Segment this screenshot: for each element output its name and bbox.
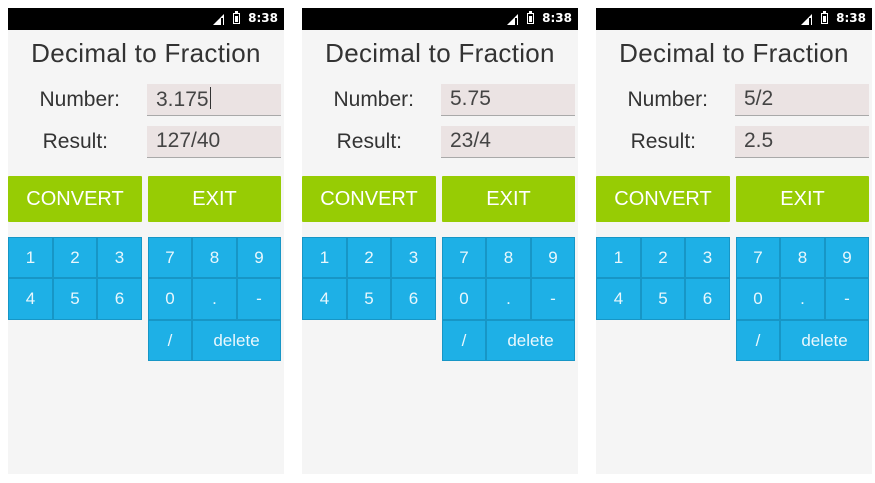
battery-icon (821, 11, 828, 24)
app-title: Decimal to Fraction (325, 38, 555, 68)
exit-button[interactable]: EXIT (442, 176, 575, 222)
exit-button[interactable]: EXIT (148, 176, 281, 222)
battery-icon (233, 11, 240, 24)
key-8[interactable]: 8 (192, 237, 237, 278)
result-field[interactable]: 23/4 (441, 126, 575, 158)
status-time: 8:38 (542, 11, 572, 25)
status-time: 8:38 (836, 11, 866, 25)
key-5[interactable]: 5 (53, 278, 97, 320)
result-field-value: 127/40 (156, 129, 221, 152)
text-cursor (209, 87, 211, 109)
key-3[interactable]: 3 (685, 237, 730, 278)
key-4[interactable]: 4 (596, 278, 641, 320)
number-input-value: 5/2 (744, 87, 774, 110)
result-field[interactable]: 2.5 (735, 126, 869, 158)
number-input-value: 5.75 (450, 87, 491, 110)
status-bar: 8:38 (596, 8, 872, 30)
key-delete[interactable]: delete (192, 320, 281, 361)
key-minus[interactable]: - (237, 278, 281, 320)
status-bar: 8:38 (8, 8, 284, 30)
key-6[interactable]: 6 (97, 278, 142, 320)
key-1[interactable]: 1 (8, 237, 53, 278)
app-title: Decimal to Fraction (31, 38, 261, 68)
number-input[interactable]: 5/2 (735, 84, 869, 116)
key-0[interactable]: 0 (736, 278, 780, 320)
app-title: Decimal to Fraction (619, 38, 849, 68)
battery-icon (527, 11, 534, 24)
phone-screen-2: 8:38 Decimal to Fraction Number: 5.75 Re… (302, 8, 578, 474)
key-7[interactable]: 7 (442, 237, 486, 278)
key-5[interactable]: 5 (641, 278, 685, 320)
key-1[interactable]: 1 (302, 237, 347, 278)
convert-button[interactable]: CONVERT (596, 176, 730, 222)
key-slash[interactable]: / (442, 320, 486, 361)
signal-icon (213, 14, 224, 25)
key-0[interactable]: 0 (442, 278, 486, 320)
key-slash[interactable]: / (736, 320, 780, 361)
key-6[interactable]: 6 (391, 278, 436, 320)
key-dot[interactable]: . (192, 278, 237, 320)
key-2[interactable]: 2 (641, 237, 685, 278)
signal-icon (801, 14, 812, 25)
key-delete[interactable]: delete (780, 320, 869, 361)
phone-screen-3: 8:38 Decimal to Fraction Number: 5/2 Res… (596, 8, 872, 474)
exit-button[interactable]: EXIT (736, 176, 869, 222)
key-7[interactable]: 7 (736, 237, 780, 278)
result-label: Result: (630, 130, 696, 153)
key-9[interactable]: 9 (531, 237, 575, 278)
key-dot[interactable]: . (780, 278, 825, 320)
number-label: Number: (627, 88, 708, 111)
key-4[interactable]: 4 (8, 278, 53, 320)
key-9[interactable]: 9 (825, 237, 869, 278)
number-label: Number: (333, 88, 414, 111)
key-3[interactable]: 3 (391, 237, 436, 278)
result-label: Result: (42, 130, 108, 153)
key-4[interactable]: 4 (302, 278, 347, 320)
result-field-value: 2.5 (744, 129, 774, 152)
result-label: Result: (336, 130, 402, 153)
number-input[interactable]: 5.75 (441, 84, 575, 116)
key-5[interactable]: 5 (347, 278, 391, 320)
number-label: Number: (39, 88, 120, 111)
result-field[interactable]: 127/40 (147, 126, 281, 158)
convert-button[interactable]: CONVERT (302, 176, 436, 222)
key-6[interactable]: 6 (685, 278, 730, 320)
key-2[interactable]: 2 (53, 237, 97, 278)
signal-icon (507, 14, 518, 25)
status-bar: 8:38 (302, 8, 578, 30)
key-dot[interactable]: . (486, 278, 531, 320)
key-0[interactable]: 0 (148, 278, 192, 320)
number-input-value: 3.175 (156, 88, 209, 111)
key-7[interactable]: 7 (148, 237, 192, 278)
result-field-value: 23/4 (450, 129, 491, 152)
status-time: 8:38 (248, 11, 278, 25)
phone-screen-1: 8:38 Decimal to Fraction Number: 3.175 R… (8, 8, 284, 474)
key-2[interactable]: 2 (347, 237, 391, 278)
key-3[interactable]: 3 (97, 237, 142, 278)
key-slash[interactable]: / (148, 320, 192, 361)
key-8[interactable]: 8 (780, 237, 825, 278)
key-1[interactable]: 1 (596, 237, 641, 278)
number-input[interactable]: 3.175 (147, 84, 281, 116)
key-minus[interactable]: - (531, 278, 575, 320)
convert-button[interactable]: CONVERT (8, 176, 142, 222)
key-8[interactable]: 8 (486, 237, 531, 278)
key-9[interactable]: 9 (237, 237, 281, 278)
key-minus[interactable]: - (825, 278, 869, 320)
key-delete[interactable]: delete (486, 320, 575, 361)
